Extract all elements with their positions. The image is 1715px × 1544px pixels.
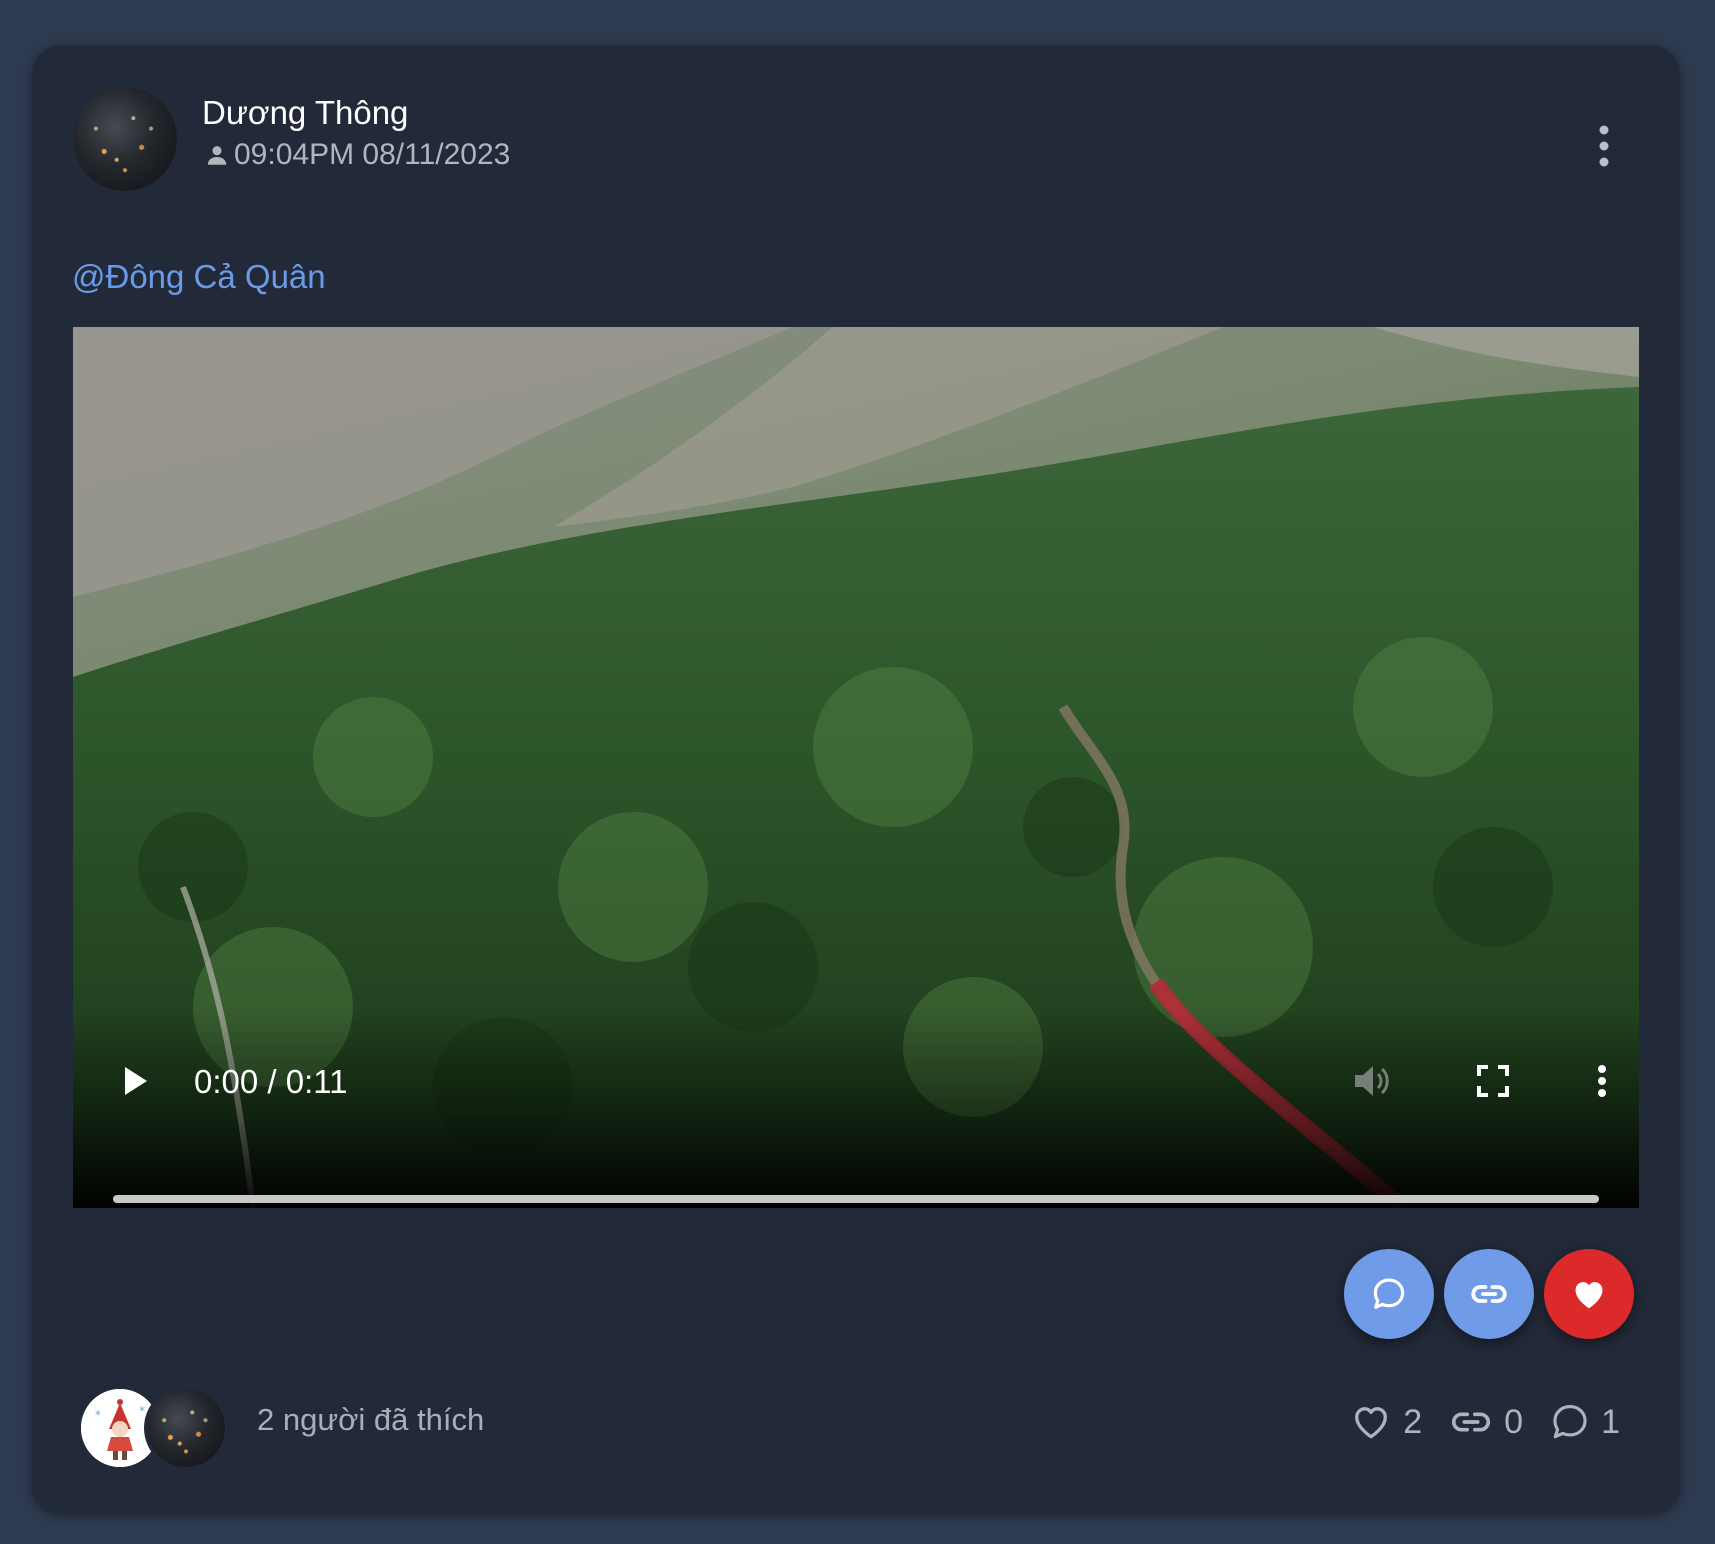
post-timestamp: 09:04PM 08/11/2023 (234, 138, 511, 171)
video-options-button[interactable] (1587, 1061, 1617, 1101)
more-vertical-icon (1599, 125, 1609, 167)
link-icon (1471, 1285, 1507, 1303)
comment-count: 1 (1601, 1402, 1620, 1441)
author-name[interactable]: Dương Thông (202, 94, 408, 132)
volume-icon (1355, 1066, 1389, 1096)
svg-text:*: * (95, 1408, 101, 1422)
video-controls-shade (73, 1008, 1639, 1208)
likes-summary[interactable]: 2 người đã thích (257, 1402, 484, 1438)
like-button[interactable] (1544, 1249, 1634, 1339)
liker-avatar[interactable] (144, 1386, 228, 1470)
mention-link[interactable]: @Đông Cả Quân (72, 258, 326, 296)
share-stat[interactable]: 0 (1448, 1399, 1523, 1445)
video-time: 0:00 / 0:11 (194, 1063, 348, 1100)
video-player[interactable]: 0:00 / 0:11 (73, 327, 1639, 1208)
post-stats: 2 0 1 (1349, 1399, 1620, 1445)
play-button[interactable] (115, 1061, 155, 1101)
author-avatar[interactable] (73, 87, 177, 191)
share-count: 0 (1504, 1402, 1524, 1441)
play-icon (125, 1067, 147, 1095)
video-progress-bar[interactable] (113, 1195, 1599, 1203)
heart-icon (1355, 1407, 1388, 1439)
like-count: 2 (1403, 1402, 1423, 1441)
comment-stat[interactable]: 1 (1549, 1401, 1620, 1443)
post-meta: 09:04PM 08/11/2023 (204, 138, 510, 172)
svg-text:*: * (139, 1404, 145, 1418)
heart-icon (1575, 1282, 1603, 1309)
post-card: Dương Thông 09:04PM 08/11/2023 @Đông Cả … (32, 46, 1680, 1514)
likers-avatars[interactable]: * * (78, 1386, 228, 1470)
more-vertical-icon (1598, 1065, 1606, 1097)
comment-bubble-icon (1373, 1278, 1405, 1309)
volume-button[interactable] (1349, 1061, 1395, 1101)
link-icon (1452, 1412, 1491, 1432)
fullscreen-button[interactable] (1473, 1061, 1513, 1101)
fullscreen-icon (1477, 1065, 1509, 1097)
comment-button[interactable] (1344, 1249, 1434, 1339)
person-icon (207, 146, 227, 165)
post-options-button[interactable] (1584, 118, 1624, 174)
comment-bubble-icon (1553, 1405, 1587, 1439)
like-stat[interactable]: 2 (1349, 1400, 1422, 1444)
share-link-button[interactable] (1444, 1249, 1534, 1339)
